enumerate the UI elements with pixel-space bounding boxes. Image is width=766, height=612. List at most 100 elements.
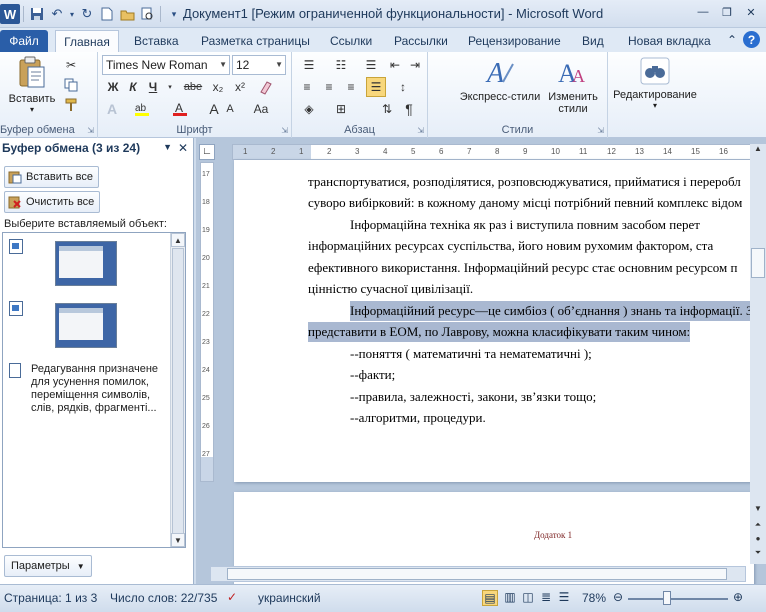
zoom-slider-thumb[interactable] xyxy=(663,591,671,605)
spelling-check-icon[interactable]: ✓ xyxy=(224,590,240,606)
styles-dialog-launcher-icon[interactable]: ⇲ xyxy=(597,126,604,135)
undo-dropdown-icon[interactable]: ▾ xyxy=(67,4,77,24)
restore-icon[interactable]: ❐ xyxy=(716,4,738,20)
decrease-indent-icon[interactable]: ⇤ xyxy=(386,56,404,74)
tab-selector-icon[interactable]: ∟ xyxy=(199,144,215,160)
minimize-ribbon-icon[interactable]: ⌃ xyxy=(727,33,737,47)
increase-indent-icon[interactable]: ⇥ xyxy=(406,56,424,74)
horizontal-ruler[interactable]: 1 2 1 2 3 4 5 6 7 8 9 10 11 12 13 14 15 16 xyxy=(232,144,752,160)
print-layout-icon[interactable]: ▤ xyxy=(482,590,498,606)
previous-page-icon[interactable]: ⏶ xyxy=(751,520,765,530)
font-color-icon[interactable]: A xyxy=(170,100,190,118)
line-spacing-icon[interactable]: ↕ xyxy=(392,78,414,96)
options-button[interactable]: Параметры ▼ xyxy=(4,555,92,577)
save-icon[interactable] xyxy=(27,4,47,24)
scroll-thumb[interactable] xyxy=(227,568,727,580)
editing-button[interactable]: Редактирование ▾ xyxy=(608,56,702,118)
undo-icon[interactable]: ↶ xyxy=(47,4,67,24)
underline-button[interactable]: Ч xyxy=(144,78,162,96)
scroll-down-icon[interactable]: ▼ xyxy=(171,533,185,547)
paragraph-dialog-launcher-icon[interactable]: ⇲ xyxy=(417,126,424,135)
word-logo-icon[interactable]: W xyxy=(0,4,20,24)
outline-view-icon[interactable]: ≣ xyxy=(538,590,554,606)
tab-view[interactable]: Вид xyxy=(576,30,610,52)
italic-button[interactable]: К xyxy=(124,78,142,96)
multilevel-list-icon[interactable]: ☰ xyxy=(360,56,382,74)
pane-options-icon[interactable]: ▼ xyxy=(163,142,172,152)
page-count[interactable]: Страница: 1 из 3 xyxy=(4,591,97,605)
draft-view-icon[interactable]: ☰ xyxy=(556,590,572,606)
customize-toolbar-icon[interactable]: ▾ xyxy=(164,4,184,24)
tab-file[interactable]: Файл xyxy=(0,30,48,52)
zoom-slider[interactable] xyxy=(628,598,728,600)
font-name-combo[interactable]: Times New Roman ▼ xyxy=(102,55,230,75)
format-painter-icon[interactable] xyxy=(62,96,80,114)
help-icon[interactable]: ? xyxy=(743,31,760,48)
justify-icon[interactable]: ☰ xyxy=(366,77,386,97)
document-page[interactable]: транспортуватися, розподілятися, розповс… xyxy=(234,160,754,482)
bullets-icon[interactable]: ☰ xyxy=(298,56,320,74)
scroll-thumb[interactable] xyxy=(172,248,184,534)
paste-button[interactable]: Вставить ▾ xyxy=(6,56,58,118)
borders-icon[interactable]: ⊞ xyxy=(330,100,352,118)
shading-icon[interactable]: ◈ xyxy=(298,100,320,118)
paste-dropdown-icon[interactable]: ▾ xyxy=(6,105,58,114)
scroll-thumb[interactable] xyxy=(751,248,765,278)
copy-icon[interactable] xyxy=(62,76,80,94)
full-screen-reading-icon[interactable]: ▥ xyxy=(502,590,518,606)
underline-dropdown-icon[interactable]: ▾ xyxy=(164,78,176,96)
paste-all-button[interactable]: Вставить все xyxy=(4,166,100,188)
clipboard-list-scrollbar[interactable]: ▲ ▼ xyxy=(170,233,185,547)
strikethrough-button[interactable]: abe xyxy=(180,78,206,96)
zoom-in-icon[interactable]: ⊕ xyxy=(730,590,746,606)
sort-icon[interactable]: ⇅ xyxy=(378,100,396,118)
scroll-down-icon[interactable]: ▼ xyxy=(751,504,765,513)
align-left-icon[interactable]: ≡ xyxy=(298,78,316,96)
scroll-up-icon[interactable]: ▲ xyxy=(171,233,185,247)
open-folder-icon[interactable] xyxy=(117,4,137,24)
bold-button[interactable]: Ж xyxy=(104,78,122,96)
new-document-icon[interactable] xyxy=(97,4,117,24)
scroll-up-icon[interactable]: ▲ xyxy=(751,144,765,153)
next-page-icon[interactable]: ⏷ xyxy=(751,548,765,558)
shrink-font-button[interactable]: A xyxy=(222,100,238,118)
close-icon[interactable]: ✕ xyxy=(740,4,762,20)
subscript-button[interactable]: x₂ xyxy=(208,78,228,96)
tab-mailings[interactable]: Рассылки xyxy=(388,30,454,52)
document-vertical-scrollbar[interactable]: ▲ ▼ ⏶ ● ⏷ xyxy=(750,144,766,564)
grow-font-button[interactable]: A xyxy=(204,100,224,118)
clear-formatting-icon[interactable] xyxy=(254,78,278,96)
vertical-ruler[interactable]: 17 18 19 20 21 22 23 24 25 26 27 xyxy=(200,162,214,482)
font-dialog-launcher-icon[interactable]: ⇲ xyxy=(281,126,288,135)
zoom-out-icon[interactable]: ⊖ xyxy=(610,590,626,606)
align-center-icon[interactable]: ≡ xyxy=(320,78,338,96)
tab-page-layout[interactable]: Разметка страницы xyxy=(195,30,316,52)
numbering-icon[interactable]: ☷ xyxy=(330,56,352,74)
tab-insert[interactable]: Вставка xyxy=(128,30,185,52)
zoom-level[interactable]: 78% xyxy=(582,591,606,605)
language[interactable]: украинский xyxy=(258,591,321,605)
redo-icon[interactable]: ↻ xyxy=(77,4,97,24)
change-styles-button[interactable]: AA Изменить стили xyxy=(542,56,604,118)
tab-review[interactable]: Рецензирование xyxy=(462,30,567,52)
browse-object-icon[interactable]: ● xyxy=(751,534,765,543)
tab-new[interactable]: Новая вкладка xyxy=(622,30,717,52)
align-right-icon[interactable]: ≡ xyxy=(342,78,360,96)
close-pane-icon[interactable]: ✕ xyxy=(178,141,188,155)
tab-references[interactable]: Ссылки xyxy=(324,30,378,52)
font-size-combo[interactable]: 12 ▼ xyxy=(232,55,286,75)
highlight-icon[interactable]: ab xyxy=(132,100,152,118)
clear-all-button[interactable]: Очистить все xyxy=(4,191,101,213)
document-horizontal-scrollbar[interactable] xyxy=(210,566,746,582)
express-styles-button[interactable]: A Экспресс-стили xyxy=(456,56,544,118)
show-marks-button[interactable]: ¶ xyxy=(400,100,418,118)
web-layout-icon[interactable]: ◫ xyxy=(520,590,536,606)
cut-icon[interactable]: ✂ xyxy=(62,56,80,74)
print-preview-icon[interactable] xyxy=(137,4,157,24)
change-case-button[interactable]: Aa xyxy=(248,100,274,118)
superscript-button[interactable]: x² xyxy=(230,78,250,96)
word-count[interactable]: Число слов: 22/735 xyxy=(110,591,217,605)
clipboard-dialog-launcher-icon[interactable]: ⇲ xyxy=(87,126,94,135)
text-effects-icon[interactable]: A xyxy=(102,100,122,118)
tab-home[interactable]: Главная xyxy=(55,30,119,52)
